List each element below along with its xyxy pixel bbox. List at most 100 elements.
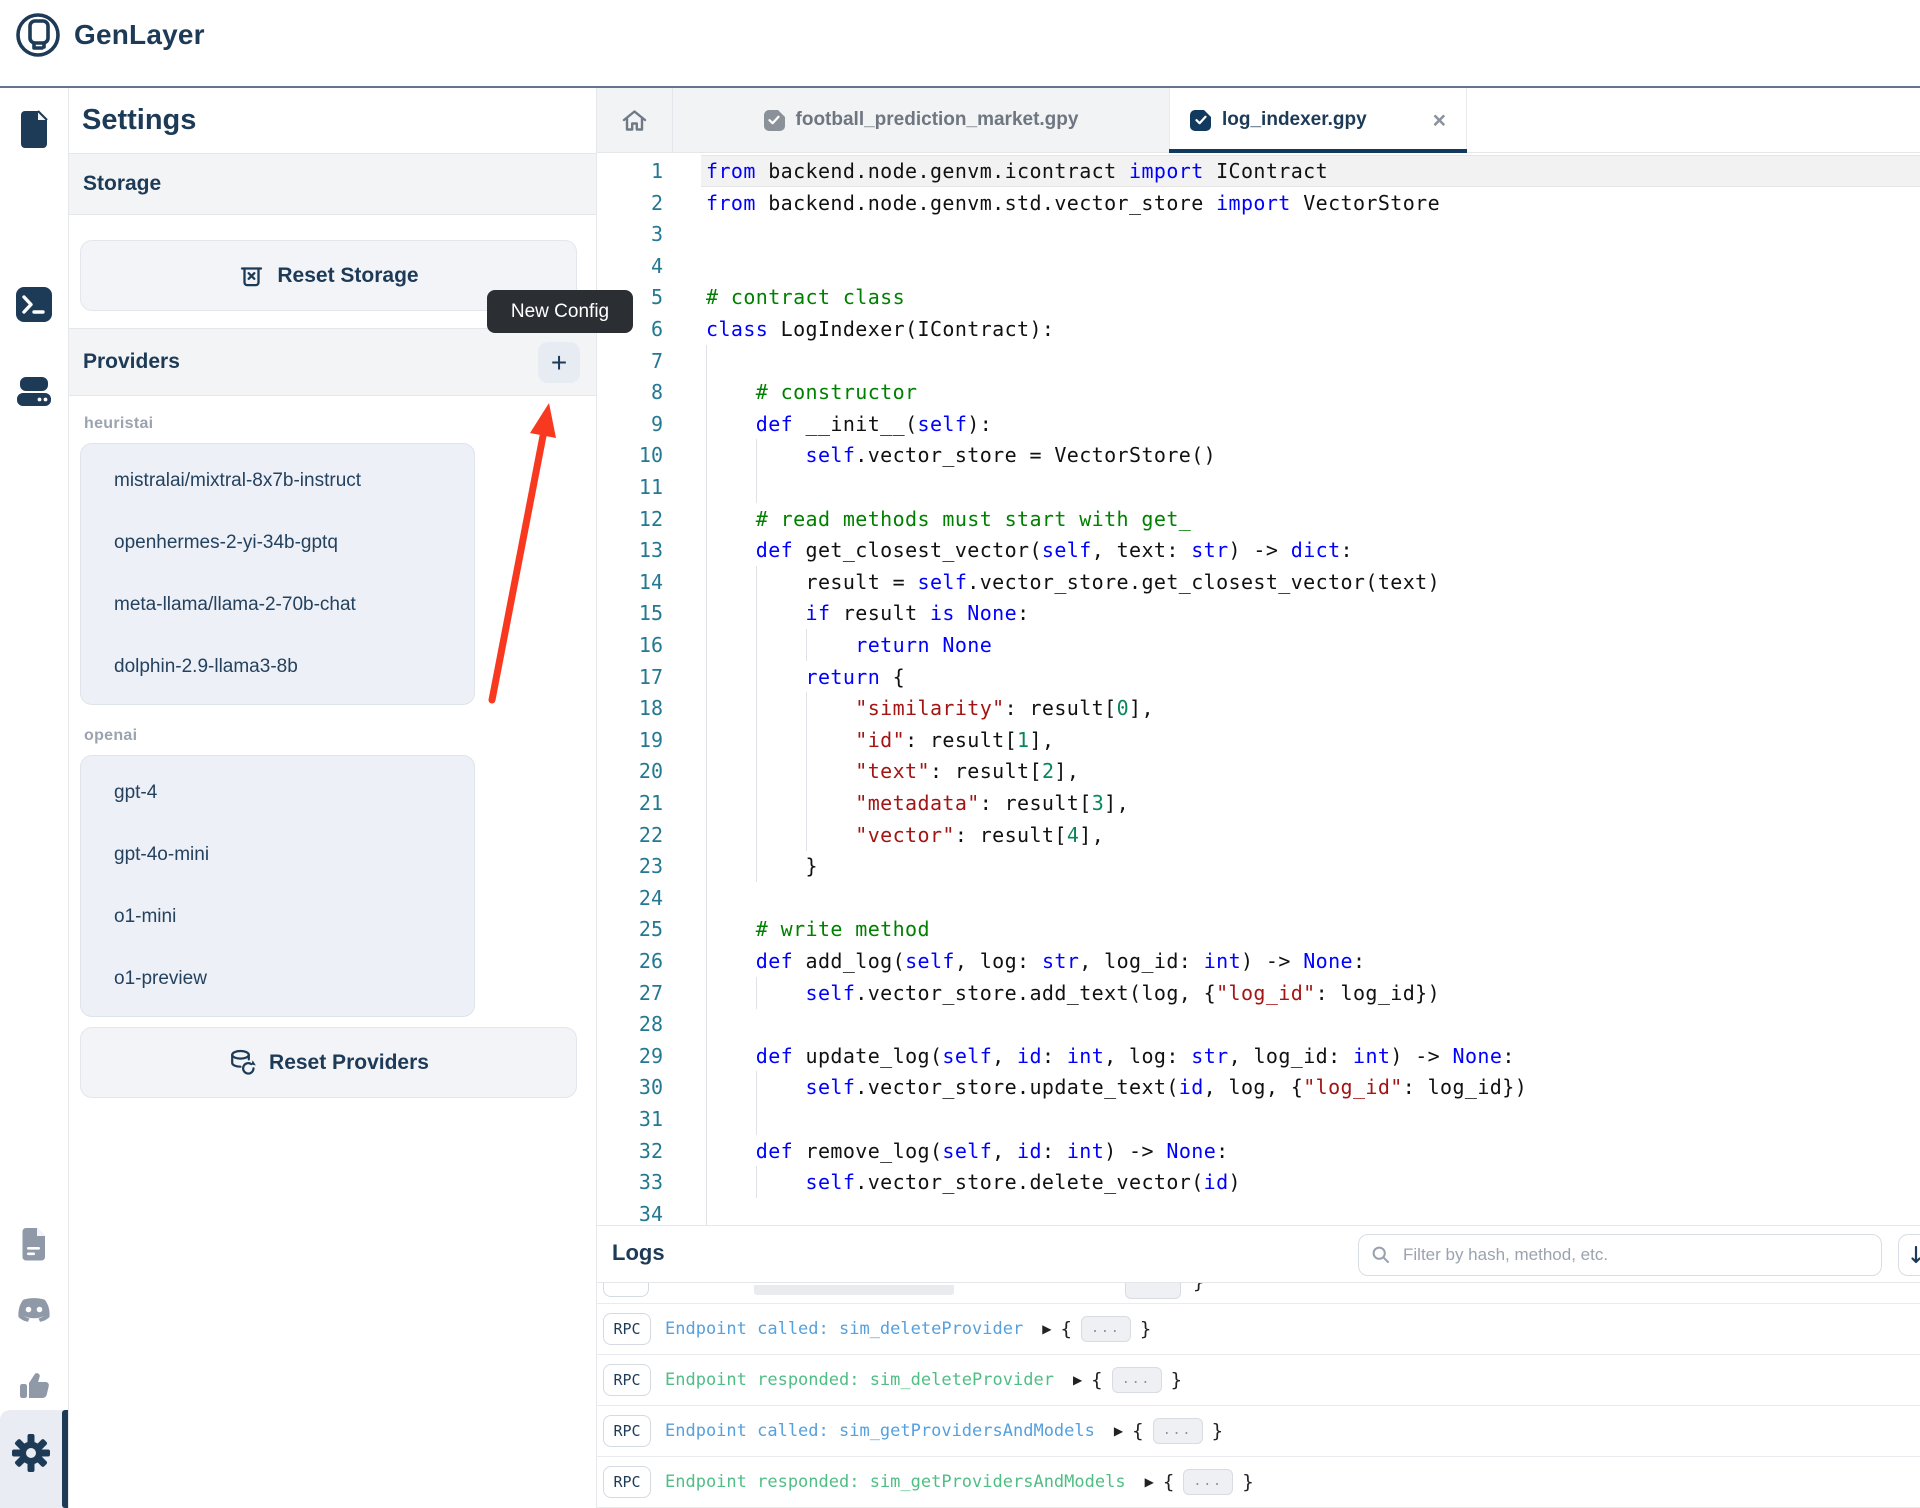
docs-link-button[interactable]	[0, 1226, 68, 1262]
expand-caret-icon[interactable]: ▶	[1042, 1322, 1051, 1336]
code-line: 24	[597, 882, 1920, 914]
code-text: class LogIndexer(IContract):	[706, 313, 1054, 345]
code-text: def remove_log(self, id: int) -> None:	[706, 1135, 1229, 1167]
expand-caret-icon[interactable]: ▶	[1073, 1373, 1082, 1387]
code-text: # write method	[706, 913, 930, 945]
provider-model-item[interactable]: gpt-4o-mini	[81, 824, 474, 886]
left-rail	[0, 88, 69, 1508]
home-tab-button[interactable]	[597, 88, 673, 152]
line-number: 11	[597, 471, 663, 503]
code-text: "text": result[2],	[706, 755, 1079, 787]
settings-gear	[0, 1432, 65, 1474]
tab-log-indexer[interactable]: log_indexer.gpy ×	[1169, 88, 1467, 152]
storage-nav-button[interactable]	[0, 373, 68, 410]
close-tab-icon[interactable]: ×	[1433, 109, 1446, 132]
editor-pane: football_prediction_market.gpy log_index…	[596, 88, 1920, 1508]
code-text: def add_log(self, log: str, log_id: int)…	[706, 945, 1365, 977]
discord-link-button[interactable]	[0, 1296, 68, 1326]
terminal-icon	[15, 286, 53, 323]
code-line: 17 return {	[597, 661, 1920, 693]
code-line: 26 def add_log(self, log: str, log_id: i…	[597, 945, 1920, 977]
settings-nav-active[interactable]	[0, 1410, 68, 1508]
provider-model-item[interactable]: dolphin-2.9-llama3-8b	[81, 636, 474, 698]
code-line: 29 def update_log(self, id: int, log: st…	[597, 1040, 1920, 1072]
drive-icon	[14, 373, 54, 410]
log-filter-input[interactable]	[1358, 1234, 1882, 1276]
line-number: 19	[597, 724, 663, 756]
line-number: 34	[597, 1198, 663, 1225]
storage-section-header: Storage	[68, 153, 596, 215]
line-number: 22	[597, 819, 663, 851]
gear-icon	[10, 1432, 52, 1474]
terminal-nav-button[interactable]	[0, 286, 68, 323]
provider-model-item[interactable]: mistralai/mixtral-8x7b-instruct	[81, 450, 474, 512]
add-provider-button[interactable]: +	[538, 342, 580, 383]
code-text: self.vector_store.add_text(log, {"log_id…	[706, 977, 1440, 1009]
ellipsis-expand-button[interactable]: ...	[1112, 1367, 1162, 1393]
reset-providers-label: Reset Providers	[269, 1051, 429, 1075]
log-expand-group: ▶{...}	[1073, 1367, 1182, 1393]
log-fragment	[754, 1285, 954, 1295]
brace-open: {	[1060, 1318, 1071, 1340]
line-number: 10	[597, 439, 663, 471]
expand-caret-icon[interactable]: ▶	[1114, 1424, 1123, 1438]
code-line: 13 def get_closest_vector(self, text: st…	[597, 534, 1920, 566]
page-title: Settings	[82, 88, 196, 153]
code-line: 27 self.vector_store.add_text(log, {"log…	[597, 977, 1920, 1009]
rpc-badge: RPC	[603, 1364, 651, 1396]
home-icon	[621, 108, 648, 133]
code-text: def __init__(self):	[706, 408, 992, 440]
provider-model-item[interactable]: meta-llama/llama-2-70b-chat	[81, 574, 474, 636]
log-expand-group: ▶{...}	[1145, 1469, 1254, 1495]
feedback-button[interactable]	[0, 1370, 68, 1401]
code-text: }	[706, 850, 818, 882]
code-line: 9 def __init__(self):	[597, 408, 1920, 440]
code-text: result = self.vector_store.get_closest_v…	[706, 566, 1440, 598]
rpc-badge: RPC	[603, 1313, 651, 1345]
code-line: 4	[597, 250, 1920, 282]
line-number: 16	[597, 629, 663, 661]
code-editor[interactable]: 1from backend.node.genvm.icontract impor…	[597, 153, 1920, 1225]
code-line: 16 return None	[597, 629, 1920, 661]
ellipsis-expand-button[interactable]: ...	[1153, 1418, 1203, 1444]
code-line: 34	[597, 1198, 1920, 1225]
files-nav-button[interactable]	[0, 108, 68, 150]
provider-model-item[interactable]: o1-mini	[81, 886, 474, 948]
indent-guide	[706, 471, 707, 503]
code-text: def update_log(self, id: int, log: str, …	[706, 1040, 1515, 1072]
ellipsis-expand-button[interactable]: ...	[1081, 1316, 1131, 1342]
code-text: "id": result[1],	[706, 724, 1054, 756]
tab-bar: football_prediction_market.gpy log_index…	[597, 88, 1920, 153]
ellipsis-expand-button[interactable]: ...	[1183, 1469, 1233, 1495]
line-number: 32	[597, 1135, 663, 1167]
providers-section-header: Providers	[68, 328, 596, 396]
genlayer-logo-icon	[14, 11, 62, 59]
brace-fragment: }	[1193, 1283, 1204, 1293]
ellipsis-pill-fragment[interactable]	[1125, 1283, 1181, 1299]
code-line: 31	[597, 1103, 1920, 1135]
log-expand-group: ▶{...}	[1114, 1418, 1223, 1444]
indent-guide	[706, 882, 707, 914]
document-icon	[19, 1226, 49, 1262]
code-text: if result is None:	[706, 597, 1030, 629]
line-number: 14	[597, 566, 663, 598]
code-line: 3	[597, 218, 1920, 250]
code-text: # read methods must start with get_	[706, 503, 1191, 535]
provider-model-item[interactable]: o1-preview	[81, 948, 474, 1010]
provider-model-item[interactable]: openhermes-2-yi-34b-gptq	[81, 512, 474, 574]
code-line: 5# contract class	[597, 281, 1920, 313]
line-number: 15	[597, 597, 663, 629]
tab-label: log_indexer.gpy	[1222, 109, 1422, 131]
tab-football-prediction-market[interactable]: football_prediction_market.gpy	[673, 88, 1169, 152]
reset-providers-button[interactable]: Reset Providers	[80, 1027, 577, 1098]
db-refresh-icon	[228, 1048, 257, 1077]
log-row-partial: }	[597, 1283, 1920, 1304]
expand-caret-icon[interactable]: ▶	[1145, 1475, 1154, 1489]
indent-guide	[706, 1198, 707, 1225]
indent-guide	[756, 1103, 757, 1135]
brace-open: {	[1091, 1369, 1102, 1391]
log-row: RPCEndpoint called: sim_deleteProvider▶{…	[597, 1304, 1920, 1355]
sort-logs-button[interactable]	[1898, 1234, 1920, 1276]
brand-logo: GenLayer	[14, 11, 205, 59]
provider-model-item[interactable]: gpt-4	[81, 762, 474, 824]
